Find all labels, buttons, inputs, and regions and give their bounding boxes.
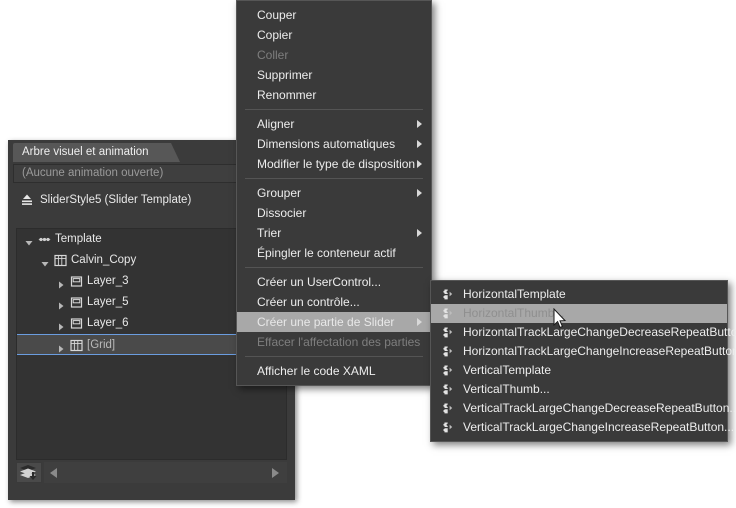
border-icon (70, 296, 83, 309)
menu-item-couper[interactable]: Couper (237, 5, 431, 25)
slider-part-icon (441, 307, 454, 320)
menu-item-label: Créer un contrôle... (257, 295, 360, 309)
menu-item-label: Grouper (257, 186, 302, 200)
submenu-item-horizontaltracklargechangedecreaserepeatbutton[interactable]: HorizontalTrackLargeChangeDecreaseRepeat… (431, 323, 736, 342)
menu-item-label: Aligner (257, 117, 295, 131)
grid-icon (54, 254, 67, 267)
submenu-item-horizontaltemplate[interactable]: HorizontalTemplate (431, 285, 727, 304)
submenu-item-verticalthumb[interactable]: VerticalThumb... (431, 380, 727, 399)
submenu-arrow-icon (417, 140, 422, 148)
menu-item-aligner[interactable]: Aligner (237, 114, 431, 134)
slider-part-icon (441, 383, 454, 396)
horizontal-scrollbar[interactable] (44, 462, 287, 483)
tree-row-label: Layer_3 (87, 275, 129, 287)
twisty-collapsed-icon[interactable] (57, 278, 65, 289)
scope-label: SliderStyle5 (Slider Template) (40, 194, 192, 206)
menu-separator (245, 109, 423, 110)
animation-combo-value: (Aucune animation ouverte) (22, 167, 164, 179)
twisty-collapsed-icon[interactable] (57, 342, 65, 353)
slider-part-icon (441, 288, 454, 301)
slider-part-icon (441, 345, 454, 358)
menu-item-cr-er-un-usercontrol[interactable]: Créer un UserControl... (237, 272, 431, 292)
menu-item-effacer-l-affectation-des-parties: Effacer l'affectation des parties (237, 332, 431, 352)
slider-part-icon (441, 421, 454, 434)
layers-down-icon[interactable] (16, 462, 42, 483)
grid-icon (70, 339, 83, 352)
submenu-item-horizontalthumb[interactable]: HorizontalThumb... (431, 304, 727, 323)
menu-item-label: Couper (257, 8, 297, 22)
twisty-expanded-icon[interactable] (41, 257, 49, 267)
menu-item-supprimer[interactable]: Supprimer (237, 65, 431, 85)
twisty-collapsed-icon[interactable] (57, 299, 65, 310)
submenu-item-horizontaltracklargechangeincreaserepeatbutton[interactable]: HorizontalTrackLargeChangeIncreaseRepeat… (431, 342, 736, 361)
triangle-left-icon[interactable] (50, 468, 57, 478)
menu-separator (245, 267, 423, 268)
menu-item-renommer[interactable]: Renommer (237, 85, 431, 105)
menu-item-label: Modifier le type de disposition (257, 157, 416, 171)
menu-item-cr-er-un-contr-le[interactable]: Créer un contrôle... (237, 292, 431, 312)
tree-row-label: Layer_5 (87, 296, 129, 308)
tree-row-label: Calvin_Copy (71, 254, 137, 266)
submenu-item-verticaltracklargechangeincreaserepeatbutton[interactable]: VerticalTrackLargeChangeIncreaseRepeatBu… (431, 418, 734, 437)
menu-item-label: Trier (257, 226, 282, 240)
menu-item-label: Créer un UserControl... (257, 275, 382, 289)
menu-item-label: Copier (257, 28, 293, 42)
menu-separator (245, 356, 423, 357)
menu-item-dimensions-automatiques[interactable]: Dimensions automatiques (237, 134, 431, 154)
submenu-item-verticaltracklargechangedecreaserepeatbutton[interactable]: VerticalTrackLargeChangeDecreaseRepeatBu… (431, 399, 736, 418)
submenu-arrow-icon (417, 120, 422, 128)
border-icon (70, 275, 83, 288)
submenu-arrow-icon (417, 318, 422, 326)
slider-part-icon (441, 402, 454, 415)
tree-row-label: Template (55, 233, 102, 245)
triangle-right-icon[interactable] (272, 468, 279, 478)
slider-part-icon (441, 364, 454, 377)
menu-separator (245, 178, 423, 179)
menu-item-grouper[interactable]: Grouper (237, 183, 431, 203)
context-menu[interactable]: Couper Copier Coller Supprimer Renommer Align… (236, 0, 432, 386)
submenu-item-label: HorizontalTrackLargeChangeDecreaseRepeat… (463, 325, 736, 339)
menu-item-label: Créer une partie de Slider (257, 315, 395, 329)
menu-item-trier[interactable]: Trier (237, 223, 431, 243)
submenu-item-label: HorizontalTrackLargeChangeIncreaseRepeat… (463, 344, 736, 358)
menu-item-label: Coller (257, 48, 289, 62)
submenu-item-label: VerticalTrackLargeChangeDecreaseRepeatBu… (463, 401, 736, 415)
submenu-item-verticaltemplate[interactable]: VerticalTemplate (431, 361, 727, 380)
submenu-arrow-icon (417, 189, 422, 197)
border-icon (70, 317, 83, 330)
slider-part-icon (441, 326, 454, 339)
tree-bottom-bar (16, 462, 287, 484)
menu-item-label: Afficher le code XAML (257, 364, 376, 378)
submenu-item-label: VerticalTemplate (463, 363, 552, 377)
menu-item-coller: Coller (237, 45, 431, 65)
menu-item-label: Dissocier (257, 206, 307, 220)
twisty-collapsed-icon[interactable] (57, 320, 65, 331)
tab-visual-tree-and-animation[interactable]: Arbre visuel et animation (13, 143, 180, 162)
menu-item-modifier-le-type-de-disposition[interactable]: Modifier le type de disposition (237, 154, 431, 174)
slider-part-submenu[interactable]: HorizontalTemplate HorizontalThumb... Hori… (430, 280, 736, 442)
submenu-item-label: HorizontalThumb... (463, 306, 565, 320)
menu-item-label: Renommer (257, 88, 317, 102)
submenu-item-label: HorizontalTemplate (463, 287, 566, 301)
menu-item-label: Supprimer (257, 68, 313, 82)
submenu-item-label: VerticalTrackLargeChangeIncreaseRepeatBu… (463, 420, 735, 434)
submenu-arrow-icon (417, 160, 422, 168)
tree-row-label: Layer_6 (87, 317, 129, 329)
template-icon (38, 233, 51, 246)
menu-item-dissocier[interactable]: Dissocier (237, 203, 431, 223)
twisty-expanded-icon[interactable] (25, 236, 33, 246)
menu-item-afficher-le-code-xaml[interactable]: Afficher le code XAML (237, 361, 431, 381)
return-to-scope-icon[interactable] (20, 193, 34, 207)
tree-row-label: [Grid] (87, 339, 116, 351)
menu-item-cr-er-une-partie-de-slider[interactable]: Créer une partie de Slider (237, 312, 431, 332)
menu-item-copier[interactable]: Copier (237, 25, 431, 45)
menu-item-pingler-le-conteneur-actif[interactable]: Épingler le conteneur actif (237, 243, 431, 263)
menu-item-label: Dimensions automatiques (257, 137, 396, 151)
submenu-arrow-icon (417, 229, 422, 237)
menu-item-label: Épingler le conteneur actif (257, 246, 396, 260)
submenu-item-label: VerticalThumb... (463, 382, 550, 396)
menu-item-label: Effacer l'affectation des parties (257, 335, 421, 349)
